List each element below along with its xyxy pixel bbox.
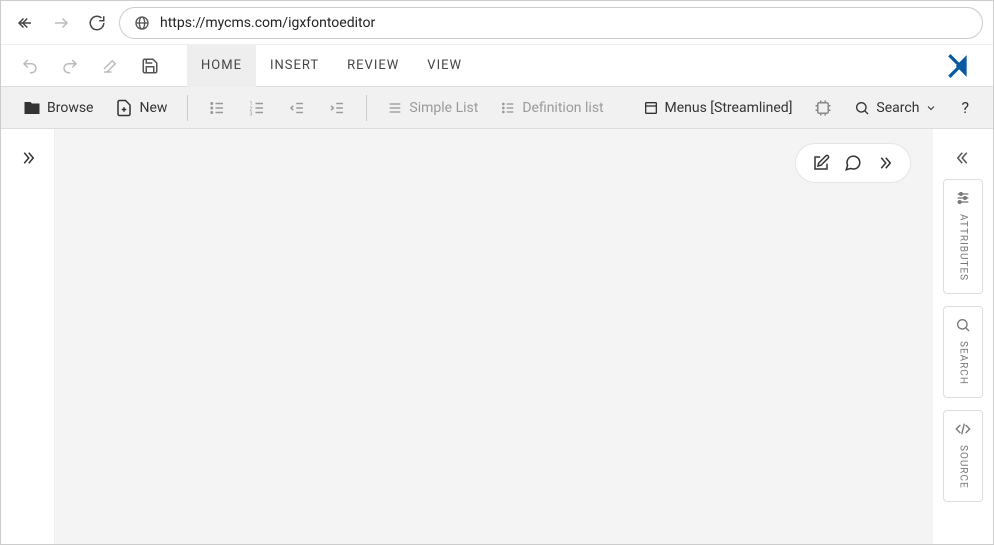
- undo-button[interactable]: [13, 49, 47, 83]
- help-label: ?: [961, 98, 969, 117]
- browse-label: Browse: [47, 100, 93, 116]
- expand-floating-button[interactable]: [876, 154, 894, 172]
- source-label: SOURCE: [958, 445, 969, 489]
- bullet-list-button[interactable]: [200, 92, 234, 124]
- floating-toolbar: [795, 143, 911, 183]
- right-rail: ATTRIBUTES SEARCH SOURCE: [933, 129, 993, 544]
- primary-toolbar: HOME INSERT REVIEW VIEW: [1, 45, 993, 87]
- globe-icon: [134, 15, 150, 31]
- settings-chip-button[interactable]: [806, 92, 840, 124]
- search-button[interactable]: Search: [846, 92, 945, 124]
- forward-button[interactable]: [47, 9, 75, 37]
- sliders-icon: [955, 190, 971, 206]
- comments-button[interactable]: [844, 154, 862, 172]
- url-text: https://mycms.com/igxfontoeditor: [160, 15, 375, 31]
- redo-button[interactable]: [53, 49, 87, 83]
- outdent-button[interactable]: [280, 92, 314, 124]
- tab-home[interactable]: HOME: [187, 45, 256, 87]
- left-rail: [1, 129, 55, 544]
- expand-right-panel-button[interactable]: [954, 149, 972, 167]
- definition-list-label: Definition list: [522, 100, 603, 116]
- simple-list-button[interactable]: Simple List: [379, 92, 486, 124]
- tab-review[interactable]: REVIEW: [333, 45, 413, 87]
- search-side-label: SEARCH: [958, 341, 969, 385]
- search-tab[interactable]: SEARCH: [943, 306, 983, 398]
- search-icon: [955, 317, 971, 333]
- numbered-list-button[interactable]: 123: [240, 92, 274, 124]
- clear-button[interactable]: [93, 49, 127, 83]
- editor-canvas[interactable]: [55, 129, 933, 544]
- new-button[interactable]: New: [107, 92, 175, 124]
- expand-left-panel-button[interactable]: [19, 149, 37, 544]
- chevron-down-icon: [925, 102, 937, 114]
- new-label: New: [139, 100, 167, 116]
- menus-label: Menus [Streamlined]: [665, 100, 793, 116]
- browse-button[interactable]: Browse: [15, 92, 101, 124]
- tab-insert[interactable]: INSERT: [256, 45, 333, 87]
- indent-button[interactable]: [320, 92, 354, 124]
- help-button[interactable]: ?: [951, 92, 979, 124]
- definition-list-button[interactable]: Definition list: [492, 92, 611, 124]
- save-button[interactable]: [133, 49, 167, 83]
- divider: [366, 95, 367, 121]
- attributes-label: ATTRIBUTES: [958, 214, 969, 281]
- edit-button[interactable]: [812, 154, 830, 172]
- source-tab[interactable]: SOURCE: [943, 410, 983, 502]
- search-label: Search: [876, 100, 919, 116]
- address-bar[interactable]: https://mycms.com/igxfontoeditor: [119, 7, 983, 39]
- simple-list-label: Simple List: [409, 100, 478, 116]
- reload-button[interactable]: [83, 9, 111, 37]
- app-logo: [945, 53, 981, 79]
- menus-button[interactable]: Menus [Streamlined]: [635, 92, 801, 124]
- svg-text:3: 3: [250, 111, 253, 117]
- main-area: ATTRIBUTES SEARCH SOURCE: [1, 129, 993, 544]
- ribbon-toolbar: Browse New 123 Simple List Definition li…: [1, 87, 993, 129]
- tab-view[interactable]: VIEW: [413, 45, 476, 87]
- code-icon: [955, 421, 971, 437]
- browser-bar: https://mycms.com/igxfontoeditor: [1, 1, 993, 45]
- divider: [187, 95, 188, 121]
- back-button[interactable]: [11, 9, 39, 37]
- attributes-tab[interactable]: ATTRIBUTES: [943, 179, 983, 294]
